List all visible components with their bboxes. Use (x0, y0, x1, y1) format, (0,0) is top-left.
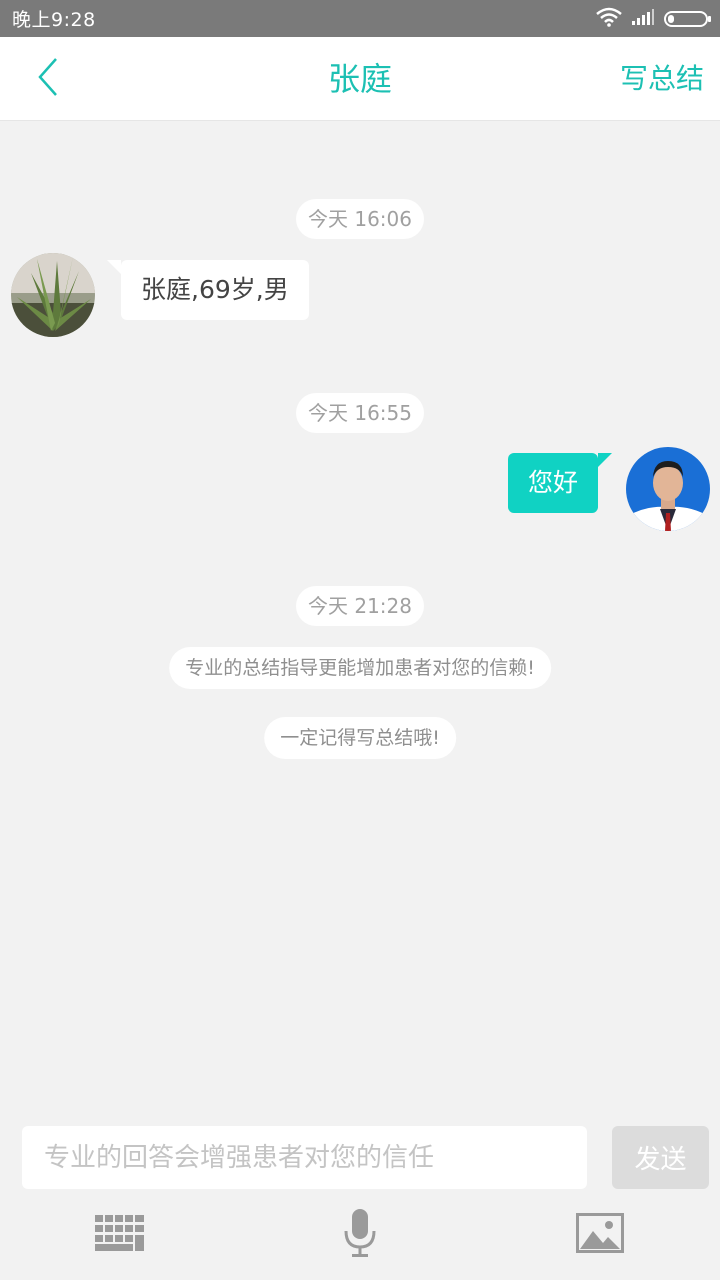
system-notice: 专业的总结指导更能增加患者对您的信赖! (169, 647, 551, 689)
system-notice: 一定记得写总结哦! (264, 717, 456, 759)
message-input-bar: 发送 (0, 1111, 720, 1280)
image-button[interactable] (570, 1209, 630, 1261)
microphone-icon (344, 1209, 376, 1261)
image-icon (576, 1213, 624, 1257)
keyboard-icon (95, 1215, 145, 1255)
back-button[interactable] (18, 37, 78, 121)
status-bar: 晚上9:28 (0, 0, 720, 37)
voice-button[interactable] (330, 1209, 390, 1261)
timestamp: 今天 16:06 (296, 199, 424, 239)
patient-message-bubble[interactable]: 张庭,69岁,男 (107, 260, 309, 320)
send-button[interactable]: 发送 (612, 1126, 709, 1189)
doctor-message-bubble[interactable]: 您好 (507, 453, 613, 513)
doctor-avatar[interactable] (626, 447, 710, 531)
timestamp: 今天 16:55 (296, 393, 424, 433)
battery-icon (664, 10, 711, 27)
write-summary-button[interactable]: 写总结 (620, 37, 704, 121)
page-title: 张庭 (327, 60, 392, 98)
message-input[interactable] (22, 1126, 587, 1189)
signal-icon (632, 8, 654, 29)
status-time: 晚上9:28 (12, 9, 96, 31)
keyboard-button[interactable] (90, 1209, 150, 1261)
nav-header: 张庭 写总结 (0, 37, 720, 121)
status-icons (596, 7, 711, 31)
patient-avatar[interactable] (11, 253, 95, 337)
chevron-left-icon (36, 57, 60, 101)
chat-area[interactable]: 今天 16:06 张庭,69岁,男 今天 16:55 您好 今天 21:28 专… (0, 121, 720, 1111)
wifi-icon (596, 7, 622, 31)
timestamp: 今天 21:28 (296, 586, 424, 626)
